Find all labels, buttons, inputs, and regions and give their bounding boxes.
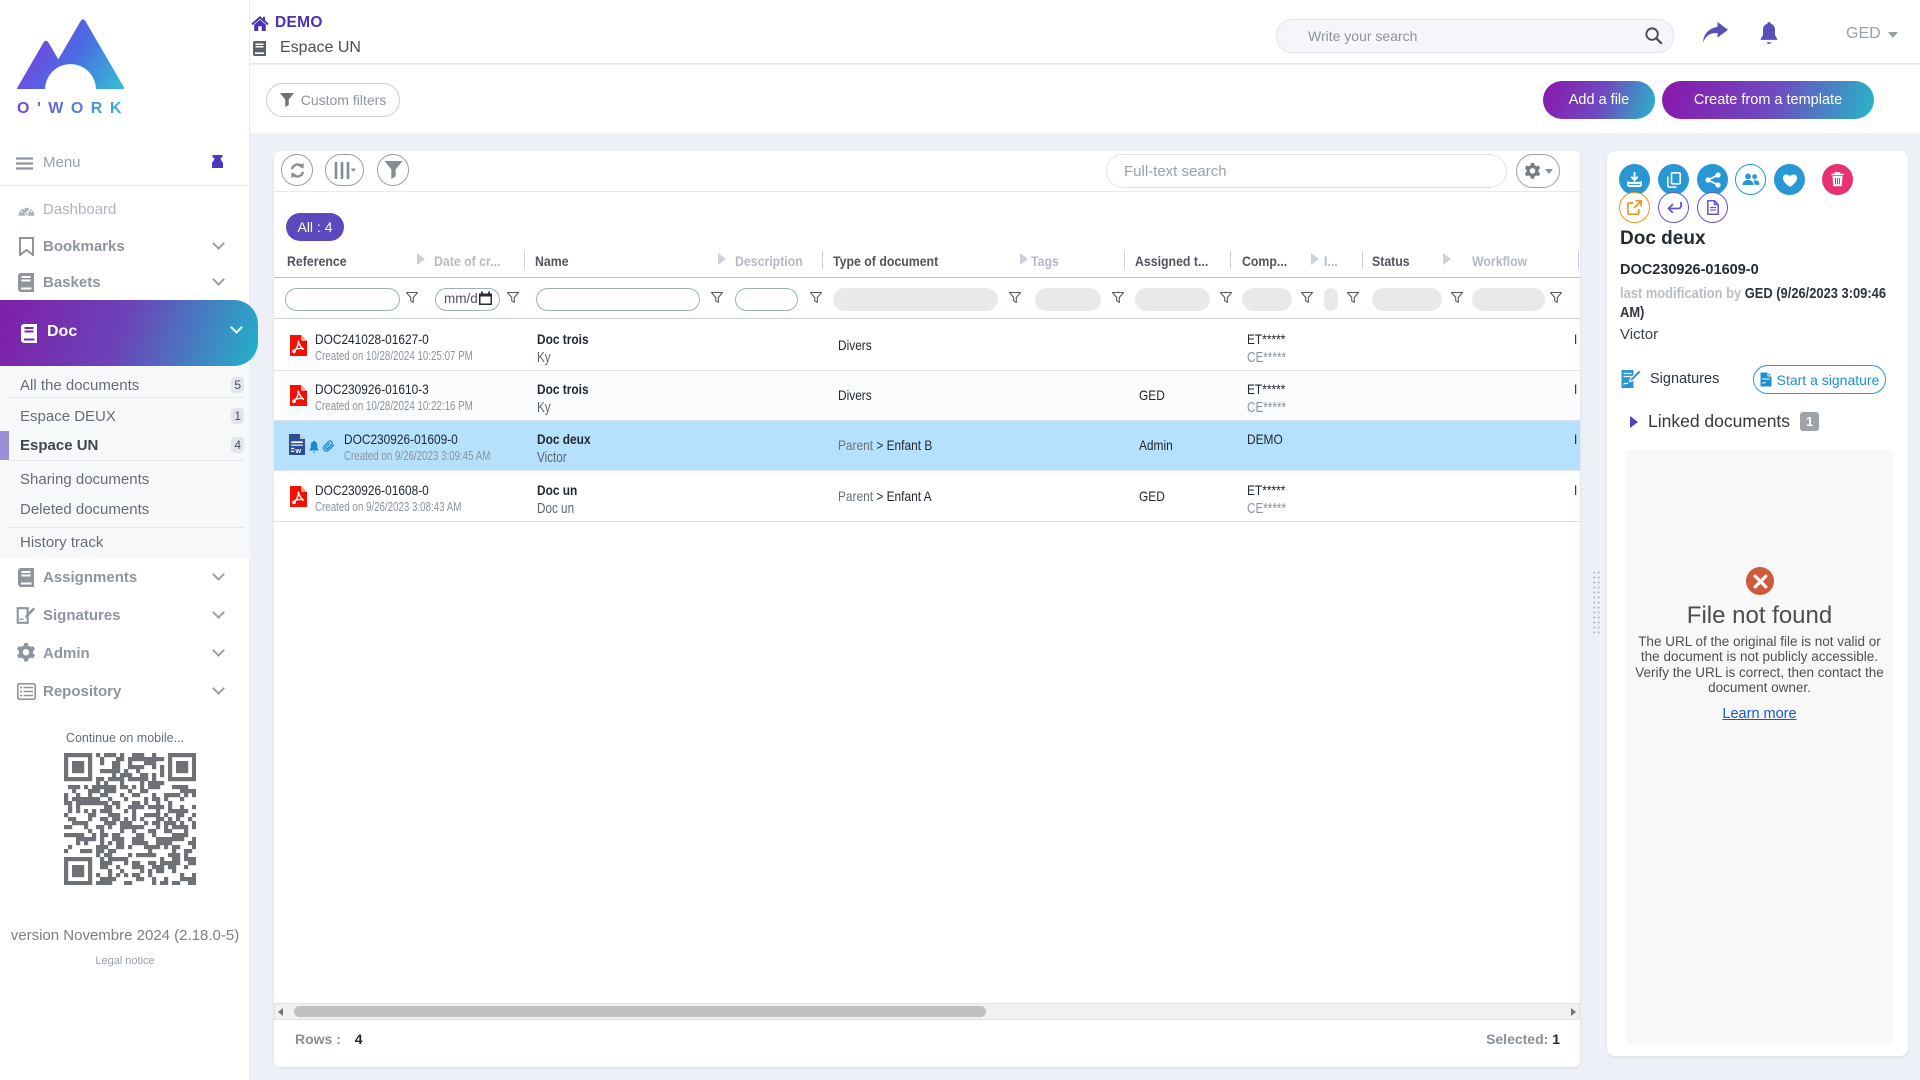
svg-text:O'WORK: O'WORK [17, 100, 126, 116]
svg-text:w: w [294, 446, 301, 455]
